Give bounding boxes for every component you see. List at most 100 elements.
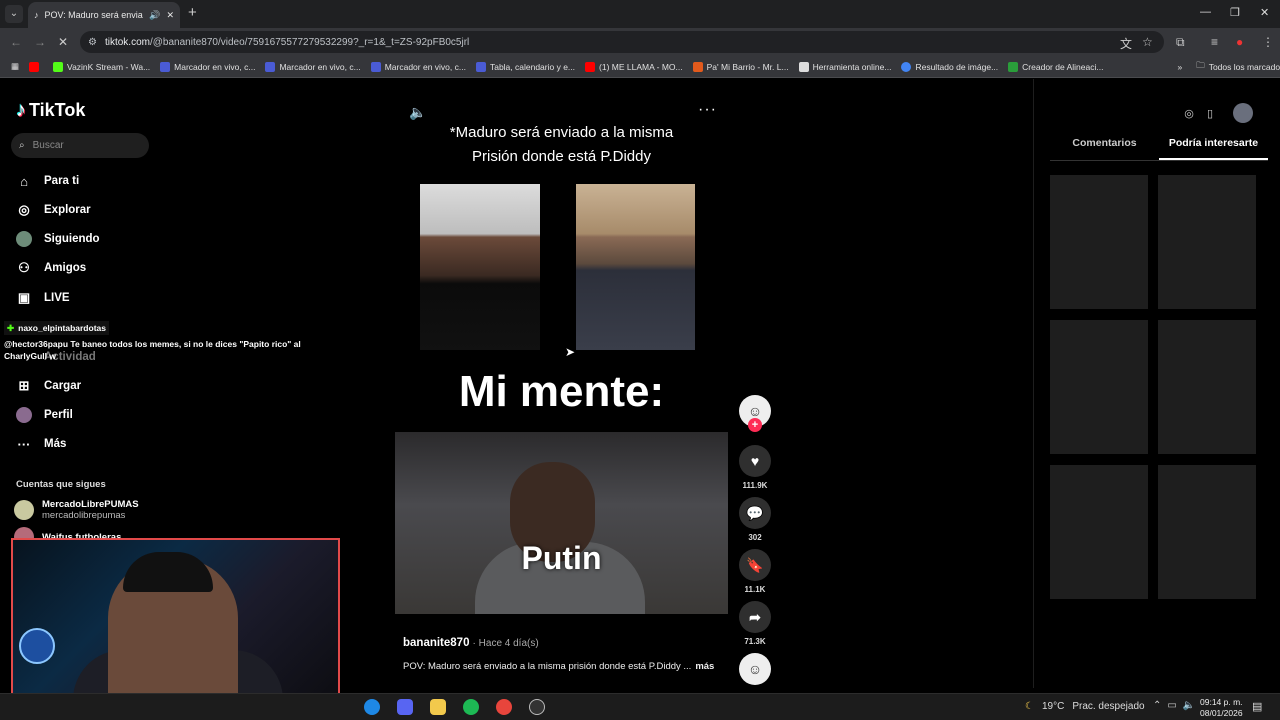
chat-message-line: CharlyGull w [4, 351, 56, 361]
browser-toolbar: ← → ✕ ⚙ tiktok.com /@bananite870/video/7… [0, 28, 1280, 56]
nav-para-ti[interactable]: ⌂ Para ti [16, 173, 79, 189]
notification-icon[interactable]: ▤ [1252, 700, 1268, 716]
caption-username[interactable]: bananite870 [403, 637, 469, 649]
video-player[interactable]: 🔈 ··· *Maduro será enviado a la misma Pr… [395, 99, 728, 615]
tab-close-icon[interactable]: ✕ [166, 10, 174, 21]
avatar [14, 500, 34, 520]
close-window-button[interactable]: ✕ [1260, 6, 1269, 19]
video-more-icon[interactable]: ··· [698, 101, 717, 119]
bookmark-item[interactable]: Pa' Mi Barrio - Mr. L... [688, 56, 794, 78]
profile-icon [16, 407, 32, 423]
chat-message-line: @hector36papu Te baneo todos los memes, … [4, 339, 301, 349]
stream-chat-overlay: ✚ naxo_elpintabardotas @hector36papu Te … [4, 321, 301, 362]
suggested-video-placeholder[interactable] [1158, 175, 1256, 309]
share-button[interactable]: ➦ 71.3K [739, 601, 771, 646]
suggested-video-placeholder[interactable] [1158, 320, 1256, 454]
video-caption-mente: Mi mente: [458, 367, 665, 416]
chat-username: naxo_elpintabardotas [18, 323, 106, 333]
search-icon: ⌕ [19, 140, 25, 151]
following-account[interactable]: MercadoLibrePUMAS mercadolibrepumas [14, 499, 139, 521]
apps-grid-icon[interactable]: ▦ [6, 56, 24, 78]
video-photo-right [576, 184, 695, 350]
nav-explorar[interactable]: ◎ Explorar [16, 202, 90, 218]
heart-icon: ♥ [739, 445, 771, 477]
url-path: /@bananite870/video/7591675577279532299?… [149, 36, 470, 48]
bookmark-item[interactable]: Tabla, calendario y e... [471, 56, 580, 78]
tab-search-button[interactable]: ⌄ [5, 5, 23, 23]
tiktok-favicon-icon: ♪ [34, 10, 39, 20]
streamer-webcam [11, 538, 340, 713]
stop-loading-button[interactable]: ✕ [58, 35, 68, 49]
bookmark-item[interactable]: Creador de Alineaci... [1003, 56, 1108, 78]
bookmark-item[interactable]: Herramienta online... [794, 56, 897, 78]
bookmark-item[interactable]: (1) ME LLAMA - MO... [580, 56, 688, 78]
tiktok-logo[interactable]: ♪ TikTok [16, 99, 85, 122]
live-icon: ▣ [17, 290, 31, 305]
comment-button[interactable]: 💬 302 [739, 497, 771, 542]
edge-icon[interactable] [364, 699, 380, 715]
bookmark-item[interactable]: Resultado de imáge... [896, 56, 1003, 78]
all-bookmarks-folder[interactable]: 🗀Todos los marcadores [1191, 56, 1280, 78]
bookmark-item[interactable]: Marcador en vivo, c... [366, 56, 471, 78]
bookmark-star-icon[interactable]: ☆ [1142, 35, 1153, 49]
site-info-icon[interactable]: ⚙ [88, 37, 97, 48]
bookmark-item[interactable]: VazinK Stream - Wa... [48, 56, 155, 78]
media-control-icon[interactable]: ≡ [1211, 35, 1218, 49]
suggested-video-placeholder[interactable] [1050, 320, 1148, 454]
device-icon[interactable]: ▯ [1200, 103, 1220, 123]
volume-icon[interactable]: 🔈 [409, 104, 426, 121]
minimize-button[interactable]: — [1200, 6, 1211, 18]
suggested-video-placeholder[interactable] [1158, 465, 1256, 599]
new-tab-button[interactable]: + [188, 5, 197, 20]
windows-taskbar: ☾ 19°C Prac. despejado ⌃▭🔈 09:14 p. m. 0… [0, 693, 1280, 720]
extensions-icon[interactable]: ⧉ [1176, 35, 1185, 50]
caption-description: POV: Maduro será enviado a la misma pris… [403, 661, 715, 672]
video-photo-left [420, 184, 540, 350]
caption-more-link[interactable]: más [695, 661, 714, 672]
restore-button[interactable]: ❐ [1230, 6, 1240, 19]
suggested-video-placeholder[interactable] [1050, 465, 1148, 599]
nav-siguiendo[interactable]: Siguiendo [16, 231, 100, 247]
compass-icon[interactable]: ◎ [1179, 103, 1199, 123]
back-button[interactable]: ← [10, 35, 22, 49]
tab-podria-interesarte[interactable]: Podría interesarte [1159, 137, 1268, 160]
moon-cloud-icon: ☾ [1025, 701, 1034, 712]
bookmark-item[interactable] [24, 56, 48, 78]
tab-comentarios[interactable]: Comentarios [1050, 137, 1159, 160]
nav-mas[interactable]: ··· Más [16, 436, 67, 452]
spotify-icon[interactable] [463, 699, 479, 715]
discord-icon[interactable] [397, 699, 413, 715]
nav-amigos[interactable]: ⚇ Amigos [16, 260, 86, 276]
file-explorer-icon[interactable] [430, 699, 446, 715]
caption-time: · Hace 4 día(s) [472, 638, 539, 649]
save-button[interactable]: 🔖 11.1K [739, 549, 771, 594]
nav-live[interactable]: ▣ LIVE [16, 290, 70, 306]
translate-icon[interactable]: 文 [1120, 35, 1132, 52]
address-bar[interactable]: ⚙ tiktok.com /@bananite870/video/7591675… [80, 31, 1164, 53]
suggested-video-placeholder[interactable] [1050, 175, 1148, 309]
like-button[interactable]: ♥ 111.9K [739, 445, 771, 490]
bookmark-item[interactable]: Marcador en vivo, c... [260, 56, 365, 78]
webcam-logo-icon [19, 628, 55, 664]
upload-icon: ⊞ [18, 378, 30, 393]
bookmarks-overflow-icon[interactable]: » [1172, 56, 1187, 78]
forward-button[interactable]: → [34, 35, 46, 49]
taskbar-clock[interactable]: 09:14 p. m. 08/01/2026 [1200, 697, 1243, 719]
nav-perfil[interactable]: Perfil [16, 407, 73, 423]
nav-cargar[interactable]: ⊞ Cargar [16, 378, 82, 394]
search-input[interactable]: ⌕ Buscar [11, 133, 149, 158]
chevron-up-icon: ⌃ [1153, 700, 1168, 711]
chrome-menu-icon[interactable]: ⋮ [1262, 35, 1274, 49]
profile-icon[interactable]: ● [1236, 35, 1243, 49]
browser-tab-active[interactable]: ♪ POV: Maduro será enviado 🔊 ✕ [28, 2, 180, 28]
system-tray[interactable]: ⌃▭🔈 [1153, 700, 1201, 711]
bookmark-item[interactable]: Marcador en vivo, c... [155, 56, 260, 78]
weather-widget[interactable]: ☾ 19°C Prac. despejado [1025, 701, 1145, 712]
follow-plus-button[interactable]: + [748, 418, 762, 432]
video-caption: bananite870 · Hace 4 día(s) POV: Maduro … [403, 637, 723, 672]
sound-button[interactable]: ☺ [739, 653, 771, 689]
avatar[interactable] [1233, 103, 1253, 123]
speaker-icon[interactable]: 🔊 [149, 10, 160, 21]
obs-icon[interactable] [529, 699, 545, 715]
chrome-icon[interactable] [496, 699, 512, 715]
